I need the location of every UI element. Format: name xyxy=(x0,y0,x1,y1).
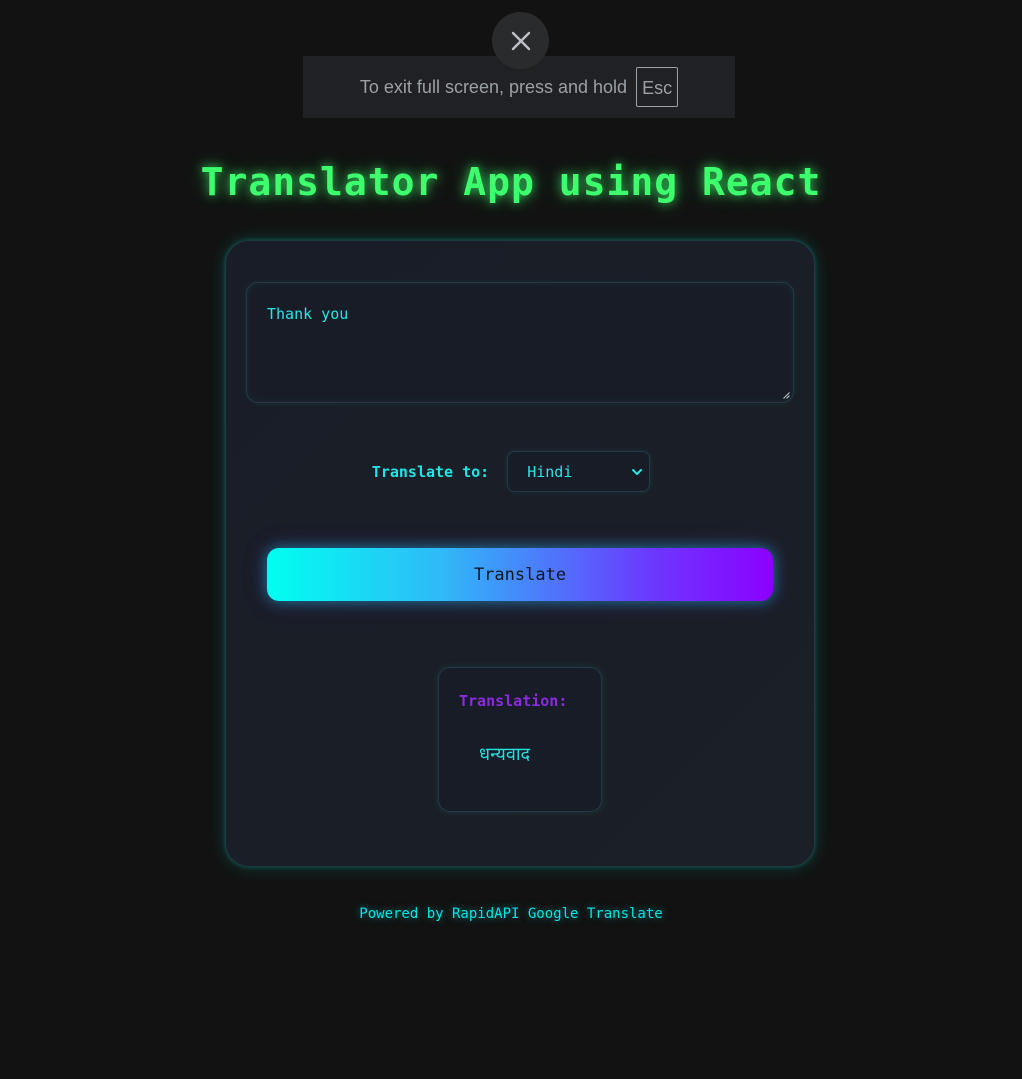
chevron-down-icon xyxy=(632,468,643,475)
fullscreen-notice-text: To exit full screen, press and hold xyxy=(359,76,628,97)
resize-handle-icon[interactable] xyxy=(783,392,790,399)
language-selected-value: Hindi xyxy=(527,462,573,481)
source-text-input[interactable]: Thank you xyxy=(246,282,794,403)
translation-result-box: Translation: धन्यवाद xyxy=(438,667,602,812)
language-label: Translate to: xyxy=(371,462,490,481)
language-row: Translate to: Hindi xyxy=(0,451,1022,492)
page-title: Translator App using React xyxy=(200,160,822,204)
translation-output: धन्यवाद xyxy=(479,744,531,765)
close-icon xyxy=(511,31,530,50)
esc-key-badge: Esc xyxy=(636,67,679,107)
translation-label: Translation: xyxy=(459,692,568,710)
source-text-value: Thank you xyxy=(267,305,349,323)
translate-button[interactable]: Translate xyxy=(267,548,773,601)
exit-fullscreen-button[interactable] xyxy=(492,12,549,69)
footer-credit: Powered by RapidAPI Google Translate xyxy=(359,906,663,922)
language-select[interactable]: Hindi xyxy=(507,451,651,492)
